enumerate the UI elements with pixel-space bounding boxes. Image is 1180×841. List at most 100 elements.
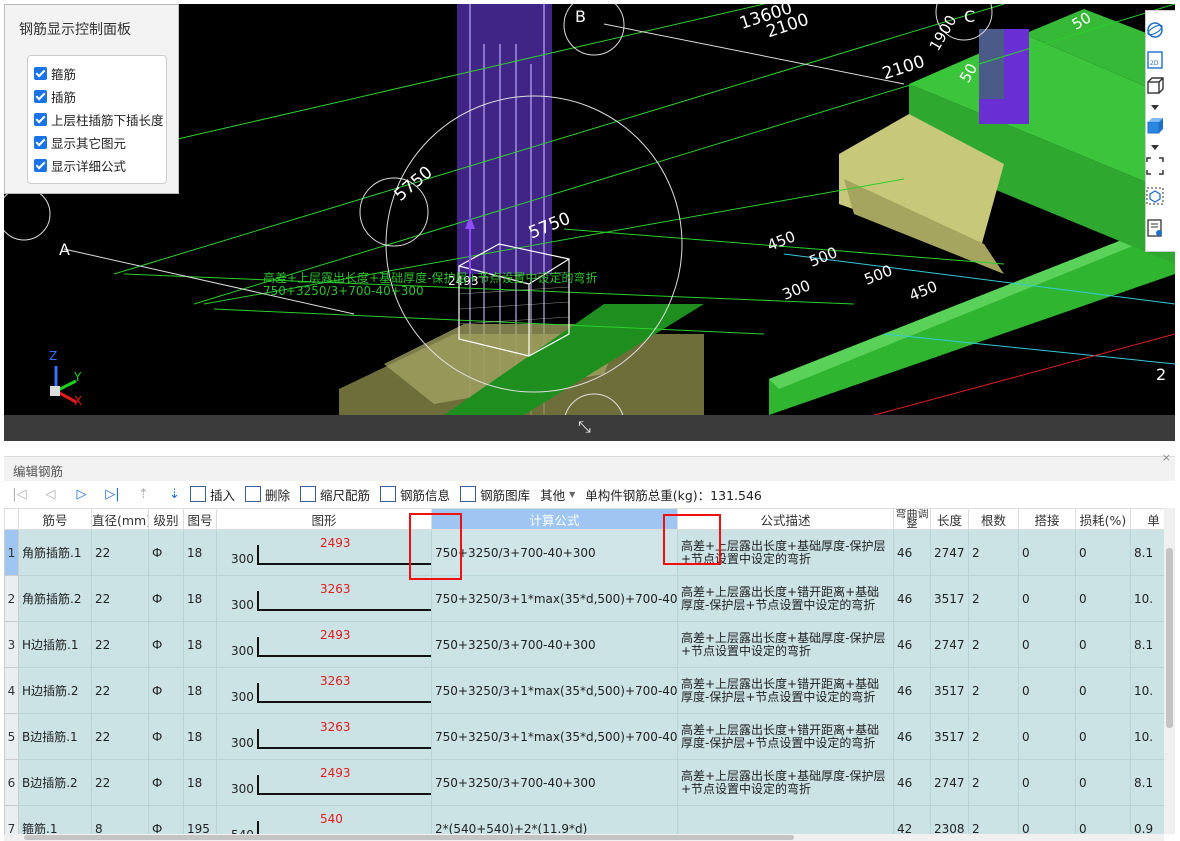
close-icon[interactable]: × [1162,451,1171,464]
cell-count[interactable]: 2 [968,713,1019,760]
first-record-icon[interactable]: |◁ [4,487,35,502]
checkbox-checked[interactable] [34,158,47,172]
cell-description[interactable]: 高差+上层露出长度+错开距离+基础厚度-保护层+节点设置中设定的弯折 [677,713,894,760]
cell-length[interactable]: 2747 [930,529,969,576]
table-row[interactable]: 4 H边插筋.2 22 Ф 18 300 3263 750+3250/3+1*m… [4,667,1164,714]
option-show-detailed-formula[interactable]: 显示详细公式 [34,156,126,174]
cell-rebar-name[interactable]: B边插筋.1 [18,713,92,760]
cell-loss[interactable]: 0 [1075,805,1131,834]
move-up-icon[interactable]: ⇡ [128,487,159,502]
cell-bend-adjust[interactable]: 46 [893,667,931,714]
cell-formula[interactable]: 750+3250/3+1*max(35*d,500)+700-40+300 [431,575,678,622]
cell-bend-adjust[interactable]: 46 [893,713,931,760]
scale-rebar-button[interactable]: 缩尺配筋 [300,485,370,504]
checkbox-checked[interactable] [34,135,47,149]
next-record-icon[interactable]: ▷ [66,487,97,502]
column-header[interactable]: 直径(mm) [91,508,149,530]
cell-unit-weight[interactable]: 10. [1130,713,1164,760]
table-row[interactable]: 5 B边插筋.1 22 Ф 18 300 3263 750+3250/3+1*m… [4,713,1164,760]
cell-grade[interactable]: Ф [148,805,184,834]
horizontal-scrollbar[interactable] [4,834,1164,841]
cell-rebar-name[interactable]: 箍筋.1 [18,805,92,834]
row-number[interactable]: 1 [4,529,19,576]
row-number[interactable]: 2 [4,575,19,622]
cell-formula[interactable]: 750+3250/3+700-40+300 [431,759,678,806]
cell-grade[interactable]: Ф [148,713,184,760]
cell-length[interactable]: 3517 [930,667,969,714]
cell-figure-no[interactable]: 18 [183,575,217,622]
cell-shape[interactable]: 300 2493 [216,759,432,806]
cell-figure-no[interactable]: 195 [183,805,217,834]
cell-figure-no[interactable]: 18 [183,529,217,576]
cell-description[interactable]: 高差+上层露出长度+错开距离+基础厚度-保护层+节点设置中设定的弯折 [677,667,894,714]
cell-count[interactable]: 2 [968,667,1019,714]
cell-unit-weight[interactable]: 10. [1130,575,1164,622]
row-number[interactable]: 3 [4,621,19,668]
cell-figure-no[interactable]: 18 [183,713,217,760]
column-header[interactable]: 长度 [930,508,969,530]
cell-rebar-name[interactable]: B边插筋.2 [18,759,92,806]
previous-record-icon[interactable]: ◁ [35,487,66,502]
cell-description[interactable] [677,805,894,834]
cell-loss[interactable]: 0 [1075,529,1131,576]
cell-figure-no[interactable]: 18 [183,759,217,806]
cell-loss[interactable]: 0 [1075,575,1131,622]
cell-rebar-name[interactable]: H边插筋.2 [18,667,92,714]
cell-diameter[interactable]: 22 [91,667,149,714]
insert-button[interactable]: 插入 [190,485,235,504]
cell-unit-weight[interactable]: 8.1 [1130,759,1164,806]
cell-loss[interactable]: 0 [1075,667,1131,714]
3d-viewport[interactable]: A B C 2 2 13600 2100 2100 1900 5750 5750… [4,4,1175,441]
cell-length[interactable]: 2747 [930,621,969,668]
column-header[interactable]: 计算公式 [431,508,678,530]
section-box-icon[interactable] [1146,187,1164,205]
cell-lap[interactable]: 0 [1018,805,1076,834]
cell-bend-adjust[interactable]: 46 [893,759,931,806]
table-row[interactable]: 7 箍筋.1 8 Ф 195 540 540 2*(540+540)+2*(11… [4,805,1164,834]
cell-count[interactable]: 2 [968,805,1019,834]
fit-view-icon[interactable] [1146,157,1164,175]
cell-grade[interactable]: Ф [148,529,184,576]
scrollbar-thumb[interactable] [1166,548,1173,728]
cell-shape[interactable]: 300 3263 [216,713,432,760]
cell-rebar-name[interactable]: 角筋插筋.1 [18,529,92,576]
option-show-other-elements[interactable]: 显示其它图元 [34,133,126,151]
cell-figure-no[interactable]: 18 [183,621,217,668]
cell-grade[interactable]: Ф [148,759,184,806]
view-2d-icon[interactable]: 2D [1146,51,1164,69]
cell-lap[interactable]: 0 [1018,713,1076,760]
column-header[interactable]: 搭接 [1018,508,1076,530]
vertical-scrollbar[interactable] [1164,508,1175,834]
cell-diameter[interactable]: 8 [91,805,149,834]
cell-rebar-name[interactable]: 角筋插筋.2 [18,575,92,622]
cell-formula[interactable]: 2*(540+540)+2*(11.9*d) [431,805,678,834]
cell-length[interactable]: 3517 [930,713,969,760]
cell-unit-weight[interactable]: 0.9 [1130,805,1164,834]
cell-length[interactable]: 3517 [930,575,969,622]
rebar-info-button[interactable]: 钢筋信息 [380,485,450,504]
cell-lap[interactable]: 0 [1018,667,1076,714]
orbit-icon[interactable] [1146,21,1164,39]
solid-cube-icon[interactable] [1146,117,1164,135]
view-settings-icon[interactable] [1146,219,1164,237]
cell-shape[interactable]: 300 3263 [216,575,432,622]
column-header[interactable]: 级别 [148,508,184,530]
checkbox-checked[interactable] [34,112,47,126]
cell-lap[interactable]: 0 [1018,575,1076,622]
checkbox-checked[interactable] [34,66,47,80]
cell-length[interactable]: 2308 [930,805,969,834]
cell-unit-weight[interactable]: 8.1 [1130,621,1164,668]
row-number[interactable]: 6 [4,759,19,806]
last-record-icon[interactable]: ▷| [97,487,128,502]
cell-rebar-name[interactable]: H边插筋.1 [18,621,92,668]
option-stirrup[interactable]: 箍筋 [34,64,76,82]
cell-shape[interactable]: 300 2493 [216,529,432,576]
column-header[interactable]: 弯曲调整 [893,508,931,530]
delete-button[interactable]: 删除 [245,485,290,504]
table-row[interactable]: 2 角筋插筋.2 22 Ф 18 300 3263 750+3250/3+1*m… [4,575,1164,622]
move-down-icon[interactable]: ⇣ [159,487,190,502]
cell-loss[interactable]: 0 [1075,713,1131,760]
cell-bend-adjust[interactable]: 46 [893,621,931,668]
cell-diameter[interactable]: 22 [91,529,149,576]
cell-description[interactable]: 高差+上层露出长度+基础厚度-保护层+节点设置中设定的弯折 [677,621,894,668]
